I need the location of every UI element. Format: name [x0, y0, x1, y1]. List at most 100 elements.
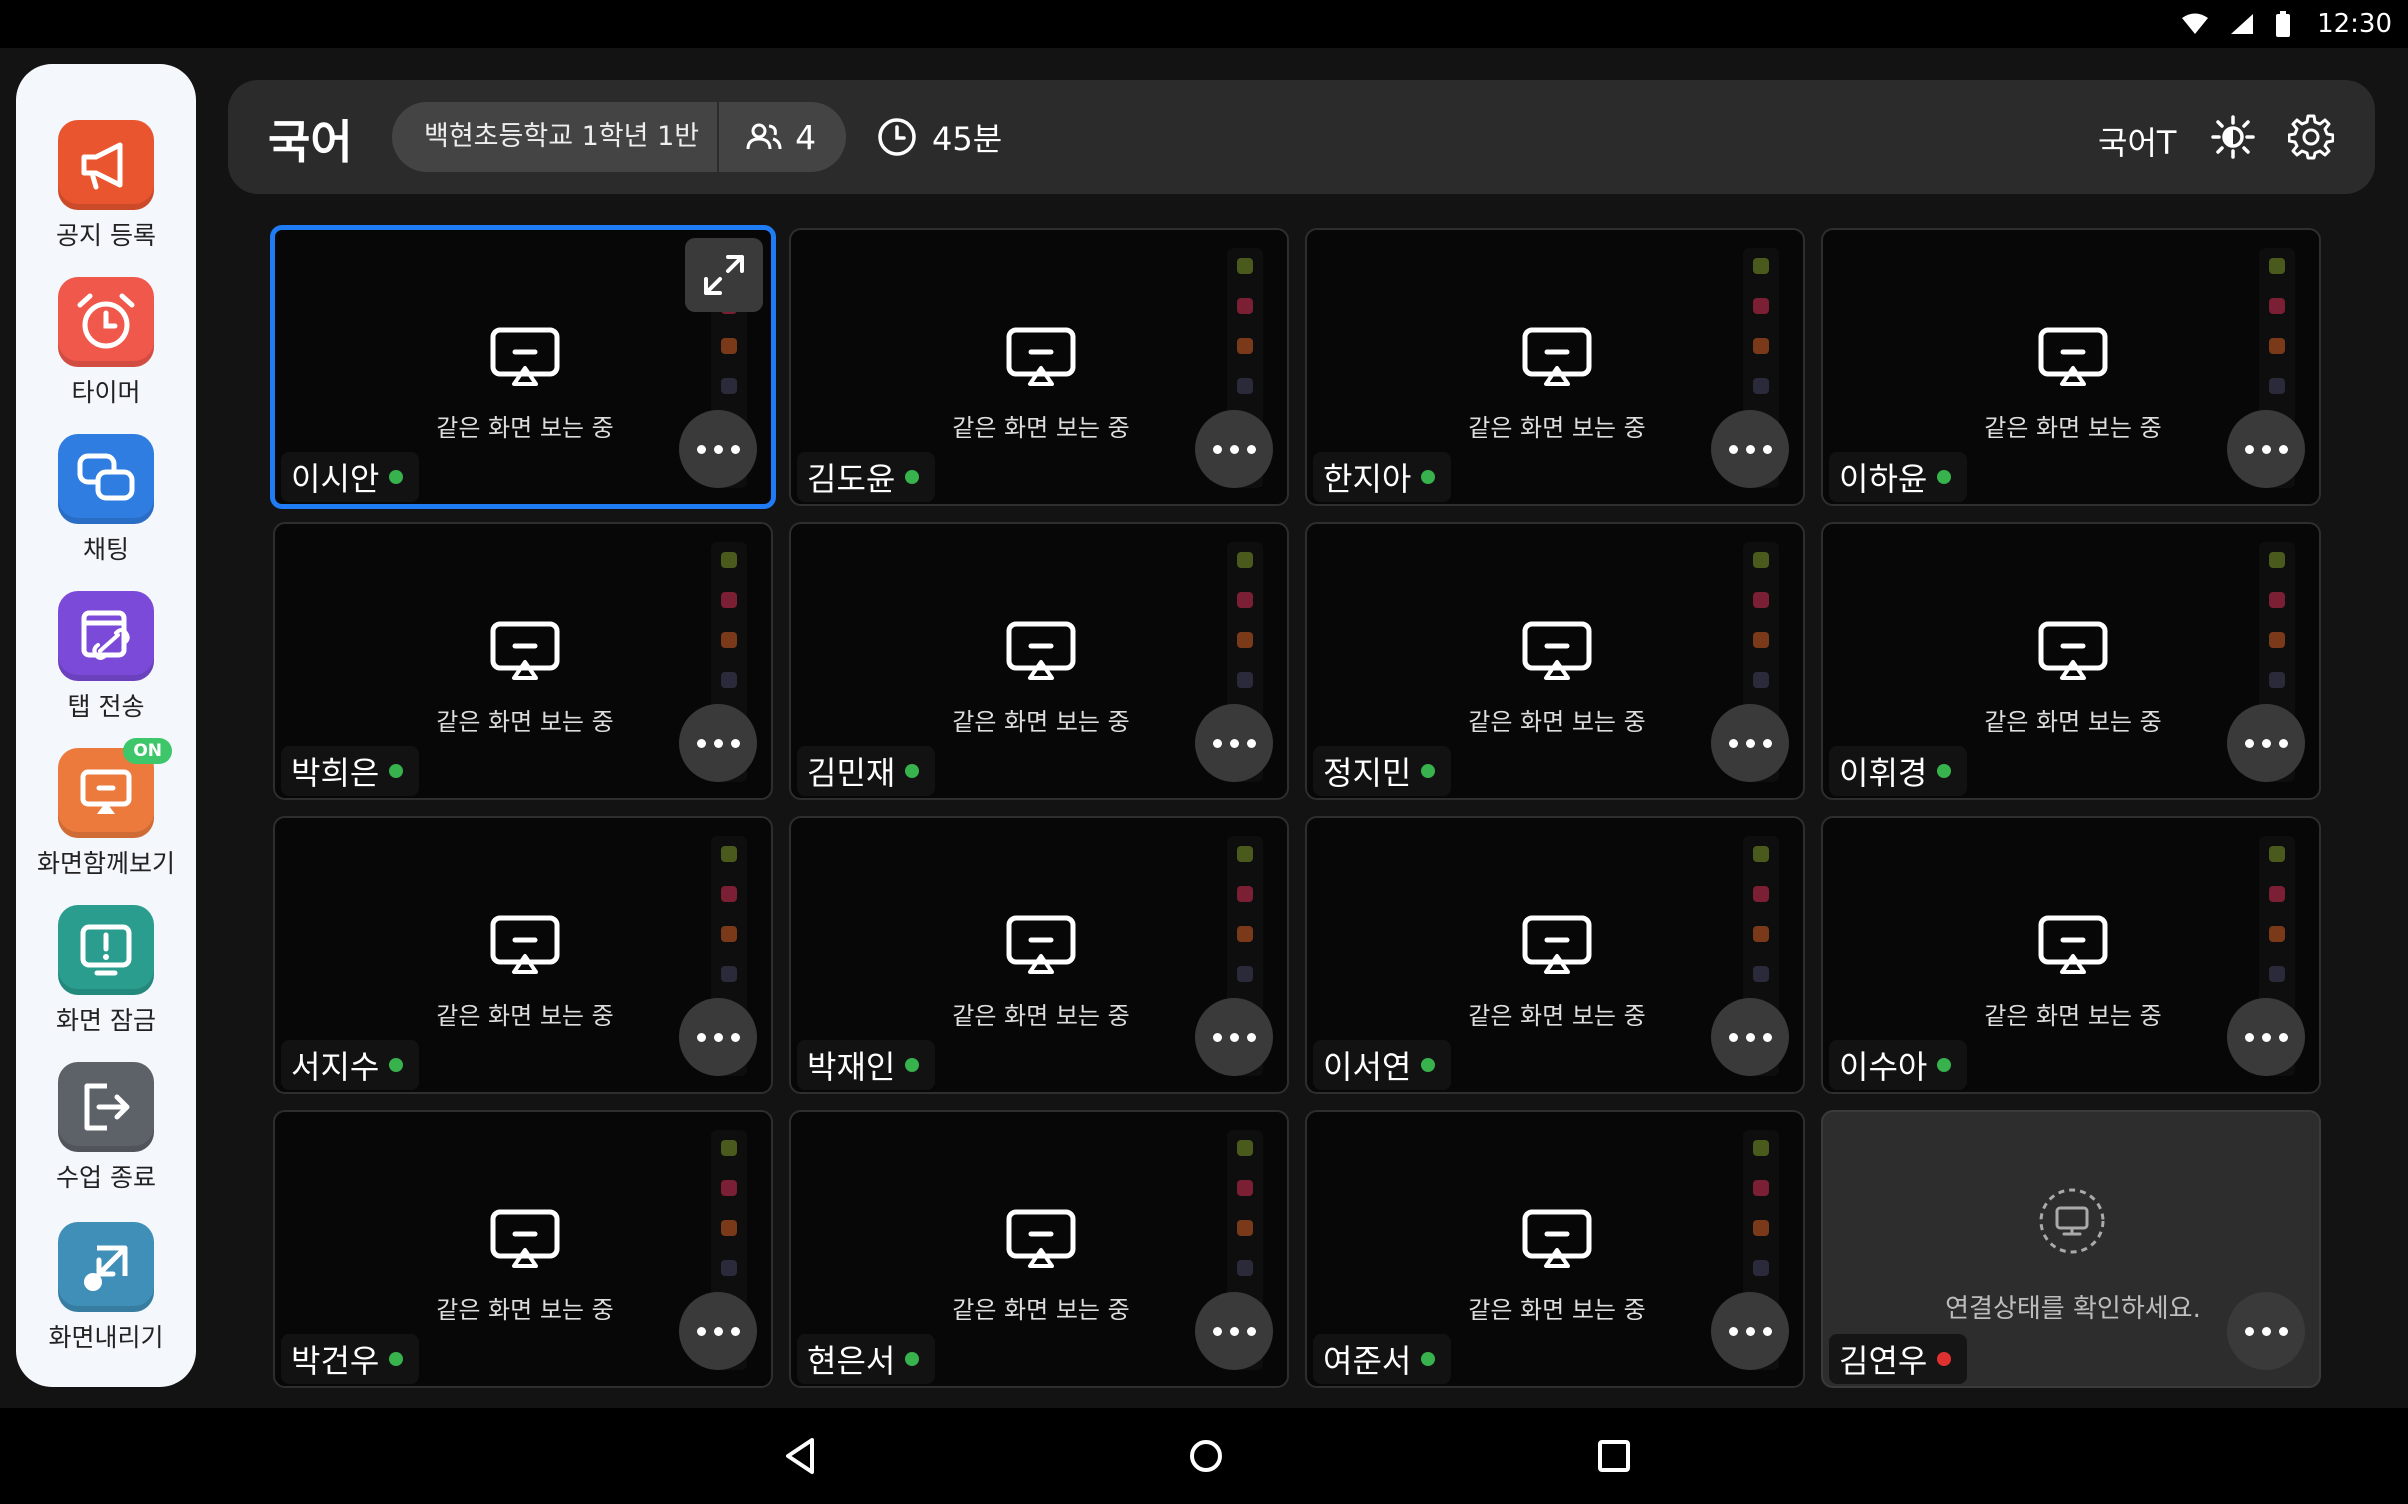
- gear-icon: [2287, 114, 2335, 160]
- more-options-button[interactable]: [1711, 998, 1789, 1076]
- more-dots-icon: [696, 444, 706, 454]
- sidebar-item-chat[interactable]: 채팅: [16, 434, 196, 566]
- student-name: 한지아: [1323, 460, 1412, 498]
- more-dots-icon: [696, 738, 706, 748]
- more-options-button[interactable]: [679, 410, 757, 488]
- connection-status-dot: [389, 764, 404, 778]
- student-tile[interactable]: 같은 화면 보는 중 서지수: [273, 816, 773, 1094]
- more-dots-icon: [2244, 1326, 2254, 1336]
- sidebar-item-label: 채팅: [82, 535, 129, 564]
- more-options-button[interactable]: [2227, 410, 2305, 488]
- sidebar-item-screen-lock[interactable]: 화면 잠금: [16, 905, 196, 1037]
- sidebar-item-label: 수업 종료: [56, 1163, 156, 1192]
- student-name: 박재인: [807, 1048, 896, 1086]
- back-button[interactable]: [782, 1436, 818, 1480]
- more-options-button[interactable]: [2227, 704, 2305, 782]
- expand-button[interactable]: [685, 238, 763, 312]
- student-tile[interactable]: 같은 화면 보는 중 김민재: [789, 522, 1289, 800]
- more-dots-icon: [1728, 1032, 1738, 1042]
- student-tile[interactable]: 같은 화면 보는 중 이수아: [1821, 816, 2321, 1094]
- student-tile[interactable]: 같은 화면 보는 중 이휘경: [1821, 522, 2321, 800]
- wifi-icon: [2182, 13, 2209, 34]
- connection-status-dot: [1937, 1058, 1952, 1072]
- connection-status-dot: [389, 470, 404, 484]
- sidebar-item-timer[interactable]: 타이머: [16, 277, 196, 409]
- connection-status-dot: [1937, 470, 1952, 484]
- status-badge: ON: [123, 738, 172, 764]
- more-options-button[interactable]: [2227, 998, 2305, 1076]
- student-tile[interactable]: 같은 화면 보는 중 한지아: [1305, 228, 1805, 506]
- student-name-chip: 김연우: [1829, 1334, 1968, 1384]
- student-tile[interactable]: 같은 화면 보는 중 여준서: [1305, 1110, 1805, 1388]
- more-options-button[interactable]: [1195, 704, 1273, 782]
- sidebar-item-notice[interactable]: 공지 등록: [16, 120, 196, 252]
- more-dots-icon: [696, 1032, 706, 1042]
- class-info-pill: 백현초등학교 1학년 1반 4: [392, 102, 847, 172]
- expand-icon: [704, 255, 744, 295]
- sidebar-item-end-class[interactable]: 수업 종료: [16, 1062, 196, 1194]
- student-tile[interactable]: 같은 화면 보는 중 정지민: [1305, 522, 1805, 800]
- more-options-button[interactable]: [1711, 704, 1789, 782]
- settings-button[interactable]: [2287, 114, 2335, 164]
- screen-mirroring-icon: [487, 618, 563, 690]
- student-tile[interactable]: 같은 화면 보는 중 이서연: [1305, 816, 1805, 1094]
- screen-mirroring-icon: [487, 912, 563, 984]
- screen-mirroring-icon: [1003, 324, 1079, 396]
- home-button[interactable]: [1188, 1436, 1224, 1480]
- more-dots-icon: [1212, 444, 1222, 454]
- more-dots-icon: [1212, 738, 1222, 748]
- student-tile[interactable]: 같은 화면 보는 중 박재인: [789, 816, 1289, 1094]
- sidebar-item-screen-share[interactable]: ON 화면함께보기: [16, 738, 196, 880]
- student-name-chip: 서지수: [281, 1040, 420, 1090]
- more-options-button[interactable]: [1711, 410, 1789, 488]
- more-dots-icon: [2244, 738, 2254, 748]
- more-options-button[interactable]: [1195, 410, 1273, 488]
- student-tile[interactable]: 같은 화면 보는 중 박희은: [273, 522, 773, 800]
- more-options-button[interactable]: [2227, 1292, 2305, 1370]
- student-count[interactable]: 4: [719, 118, 846, 157]
- users-icon: [746, 123, 782, 150]
- screen-mirroring-icon: [1519, 324, 1595, 396]
- connection-status-dot: [389, 1352, 404, 1366]
- student-tile[interactable]: 같은 화면 보는 중 박건우: [273, 1110, 773, 1388]
- student-tile[interactable]: 같은 화면 보는 중 이하윤: [1821, 228, 2321, 506]
- connection-status-dot: [1937, 764, 1952, 778]
- exit-icon: [58, 1062, 154, 1152]
- student-name: 김도윤: [807, 460, 896, 498]
- navigation-bar: [0, 1408, 2408, 1504]
- student-name-chip: 박재인: [797, 1040, 936, 1090]
- teacher-name[interactable]: 국어T: [2098, 118, 2176, 164]
- recents-icon: [1598, 1440, 1630, 1472]
- recents-button[interactable]: [1596, 1436, 1632, 1480]
- sidebar-item-screen-down[interactable]: 화면내리기: [16, 1222, 196, 1354]
- student-count-value: 4: [795, 117, 817, 157]
- screen-down-icon: [58, 1222, 154, 1312]
- student-tile[interactable]: 같은 화면 보는 중 이시안: [270, 225, 776, 509]
- more-options-button[interactable]: [679, 1292, 757, 1370]
- sidebar: 공지 등록 타이머 채팅 탭 전송 ON 화면함께보기 화면 잠금 수업 종료 …: [16, 64, 196, 1387]
- more-options-button[interactable]: [1195, 998, 1273, 1076]
- student-name-chip: 박건우: [281, 1334, 420, 1384]
- student-name-chip: 이수아: [1829, 1040, 1968, 1090]
- more-options-button[interactable]: [679, 998, 757, 1076]
- student-name: 김민재: [807, 754, 896, 792]
- school-class-label: 백현초등학교 1학년 1반: [424, 121, 700, 152]
- screen-mirroring-icon: [1519, 912, 1595, 984]
- megaphone-icon: [58, 120, 154, 210]
- brightness-button[interactable]: [2210, 114, 2256, 164]
- screen-mirroring-icon: [2035, 912, 2111, 984]
- student-tile[interactable]: 연결상태를 확인하세요. 김연우: [1821, 1110, 2321, 1388]
- more-dots-icon: [1728, 738, 1738, 748]
- connection-status-dot: [1421, 470, 1436, 484]
- back-icon: [786, 1438, 814, 1474]
- signal-icon: [2231, 14, 2254, 34]
- more-options-button[interactable]: [679, 704, 757, 782]
- sidebar-item-tab-send[interactable]: 탭 전송: [16, 591, 196, 723]
- student-name: 이휘경: [1839, 754, 1928, 792]
- connection-status-dot: [905, 1352, 920, 1366]
- more-options-button[interactable]: [1711, 1292, 1789, 1370]
- student-tile[interactable]: 같은 화면 보는 중 김도윤: [789, 228, 1289, 506]
- more-options-button[interactable]: [1195, 1292, 1273, 1370]
- sun-icon: [2211, 115, 2255, 159]
- student-tile[interactable]: 같은 화면 보는 중 현은서: [789, 1110, 1289, 1388]
